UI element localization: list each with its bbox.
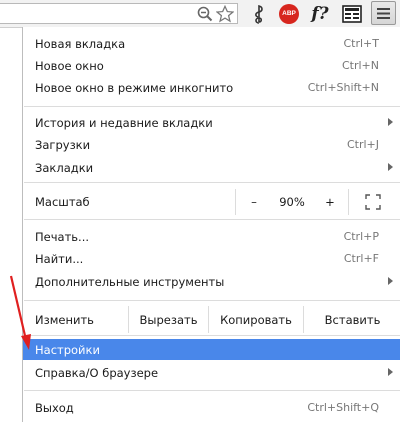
menu-item-print[interactable]: Печать... Ctrl+P bbox=[23, 226, 400, 247]
adblock-plus-icon[interactable]: ABP bbox=[278, 2, 300, 25]
menu-item-settings[interactable]: Настройки bbox=[23, 339, 400, 360]
fullscreen-button[interactable] bbox=[348, 189, 400, 215]
zoom-label: Масштаб bbox=[35, 195, 90, 209]
menu-item-find[interactable]: Найти... Ctrl+F bbox=[23, 248, 400, 269]
menu-item-shortcut: Ctrl+N bbox=[341, 59, 379, 72]
zoom-out-button[interactable]: – bbox=[236, 195, 272, 209]
copy-button-label: Копировать bbox=[220, 312, 292, 327]
menu-item-shortcut: Ctrl+Shift+Q bbox=[307, 401, 379, 414]
chrome-main-menu: Новая вкладка Ctrl+T Новое окно Ctrl+N Н… bbox=[22, 27, 400, 422]
paste-button-label: Вставить bbox=[324, 312, 381, 327]
menu-item-label: Настройки bbox=[35, 342, 100, 357]
copy-button[interactable]: Копировать bbox=[208, 306, 303, 333]
menu-item-more-tools[interactable]: Дополнительные инструменты bbox=[23, 271, 400, 292]
menu-separator bbox=[24, 390, 400, 391]
menu-item-label: Дополнительные инструменты bbox=[35, 274, 225, 289]
hamburger-menu-icon[interactable] bbox=[371, 1, 396, 25]
edit-label: Изменить bbox=[35, 313, 94, 327]
submenu-arrow-icon bbox=[388, 118, 393, 126]
star-icon[interactable] bbox=[215, 2, 235, 25]
reader-extension-icon[interactable] bbox=[341, 2, 363, 25]
menu-item-incognito[interactable]: Новое окно в режиме инкогнито Ctrl+Shift… bbox=[23, 77, 400, 98]
menu-item-bookmarks[interactable]: Закладки bbox=[23, 157, 400, 178]
menu-item-label: Справка/О браузере bbox=[35, 365, 159, 380]
zoom-controls: – 90% + bbox=[235, 189, 348, 215]
menu-item-shortcut: Ctrl+F bbox=[343, 252, 379, 265]
edit-row: Изменить Вырезать Копировать Вставить bbox=[23, 306, 400, 333]
fullscreen-icon bbox=[365, 194, 381, 210]
zoom-row: Масштаб – 90% + bbox=[23, 189, 400, 215]
menu-item-new-window[interactable]: Новое окно Ctrl+N bbox=[23, 55, 400, 76]
zoom-in-button[interactable]: + bbox=[312, 195, 348, 209]
menu-item-shortcut: Ctrl+J bbox=[346, 138, 379, 151]
menu-item-exit[interactable]: Выход Ctrl+Shift+Q bbox=[23, 397, 400, 418]
submenu-arrow-icon bbox=[388, 368, 393, 376]
menu-separator bbox=[24, 182, 400, 183]
paste-button[interactable]: Вставить bbox=[303, 306, 400, 333]
music-extension-icon[interactable] bbox=[249, 2, 269, 25]
menu-item-shortcut: Ctrl+Shift+N bbox=[307, 81, 379, 94]
menu-item-label: Загрузки bbox=[35, 137, 91, 152]
submenu-arrow-icon bbox=[388, 277, 393, 285]
menu-item-help[interactable]: Справка/О браузере bbox=[23, 362, 400, 383]
menu-separator bbox=[24, 335, 400, 336]
menu-item-new-tab[interactable]: Новая вкладка Ctrl+T bbox=[23, 33, 400, 54]
cut-button[interactable]: Вырезать bbox=[128, 306, 208, 333]
menu-separator bbox=[24, 106, 400, 107]
menu-item-label: Новое окно в режиме инкогнито bbox=[35, 80, 234, 95]
menu-item-label: Новое окно bbox=[35, 58, 104, 73]
menu-separator bbox=[24, 300, 400, 301]
menu-item-shortcut: Ctrl+P bbox=[343, 230, 379, 243]
menu-separator bbox=[24, 219, 400, 220]
zoom-icon[interactable] bbox=[196, 2, 214, 25]
submenu-arrow-icon bbox=[388, 163, 393, 171]
menu-item-label: История и недавние вкладки bbox=[35, 115, 213, 130]
fx-label: f? bbox=[311, 3, 329, 24]
menu-item-label: Новая вкладка bbox=[35, 36, 126, 51]
cut-button-label: Вырезать bbox=[139, 312, 198, 327]
menu-item-label: Печать... bbox=[35, 229, 90, 244]
zoom-value: 90% bbox=[279, 195, 305, 209]
menu-item-downloads[interactable]: Загрузки Ctrl+J bbox=[23, 134, 400, 155]
browser-toolbar: ABP f? bbox=[0, 0, 400, 28]
formula-extension-icon[interactable]: f? bbox=[308, 2, 332, 25]
menu-item-shortcut: Ctrl+T bbox=[343, 37, 379, 50]
menu-item-history[interactable]: История и недавние вкладки bbox=[23, 112, 400, 133]
abp-label: ABP bbox=[279, 3, 299, 24]
menu-item-label: Закладки bbox=[35, 160, 94, 175]
menu-item-label: Выход bbox=[35, 400, 74, 415]
menu-item-label: Найти... bbox=[35, 251, 84, 266]
